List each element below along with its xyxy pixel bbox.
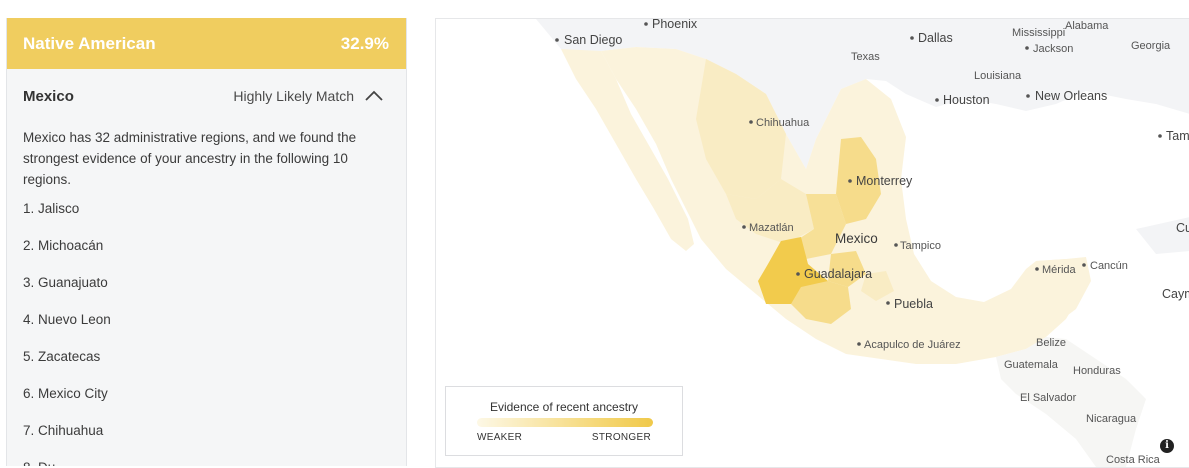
region-list-item: 1. Jalisco (23, 201, 80, 216)
dot-cancun (1082, 263, 1086, 267)
dot-monterrey (848, 179, 852, 183)
label-puebla: Puebla (894, 297, 933, 311)
dot-acapulco (857, 342, 861, 346)
region-list-item: 8. Du (23, 449, 406, 466)
dot-chihuahua (749, 120, 753, 124)
label-dallas: Dallas (918, 31, 953, 45)
dot-tampico (894, 243, 898, 247)
dot-dallas (910, 36, 914, 40)
label-nicaragua: Nicaragua (1086, 413, 1137, 425)
region-list-item: 5. Zacatecas (23, 349, 101, 364)
chevron-up-icon[interactable] (364, 89, 384, 103)
legend-gradient-bar (477, 418, 653, 427)
region-list-item: 3. Guanajuato (23, 275, 108, 290)
dot-mazatlan (742, 225, 746, 229)
dot-san-diego (555, 38, 559, 42)
label-guatemala: Guatemala (1004, 359, 1059, 371)
label-tampico: Tampico (900, 240, 941, 252)
dot-merida (1035, 267, 1039, 271)
label-phoenix: Phoenix (652, 19, 698, 31)
match-toggle[interactable]: Highly Likely Match (233, 88, 384, 104)
region-list-item: 7. Chihuahua (23, 423, 104, 438)
label-jackson: Jackson (1033, 43, 1073, 55)
label-el-salvador: El Salvador (1020, 392, 1077, 404)
label-chihuahua: Chihuahua (756, 117, 810, 129)
label-texas: Texas (851, 51, 880, 63)
country-name: Mexico (23, 87, 74, 105)
label-cancun: Cancún (1090, 260, 1128, 272)
label-louisiana: Louisiana (974, 70, 1022, 82)
population-percentage: 32.9% (340, 33, 389, 53)
dot-houston (935, 98, 939, 102)
label-new-orleans: New Orleans (1035, 89, 1107, 103)
label-monterrey: Monterrey (856, 174, 913, 188)
region-list-item: 4. Nuevo Leon (23, 312, 111, 327)
legend-low-label: WEAKER (477, 432, 523, 443)
dot-puebla (886, 301, 890, 305)
population-header[interactable]: Native American 32.9% (7, 18, 406, 69)
region-list-item: 2. Michoacán (23, 238, 104, 253)
ancestry-detail-panel: Native American 32.9% Mexico Highly Like… (6, 18, 407, 466)
dot-tam (1158, 134, 1162, 138)
label-honduras: Honduras (1073, 365, 1121, 377)
label-san-diego: San Diego (564, 33, 622, 47)
label-tam: Tam (1166, 129, 1189, 143)
label-cu: Cu (1176, 221, 1189, 235)
dot-guadalajara (796, 272, 800, 276)
region-list: 1. Jalisco 2. Michoacán 3. Guanajuato 4. Nu… (7, 190, 406, 466)
label-mazatlan: Mazatlán (749, 222, 794, 234)
label-acapulco: Acapulco de Juárez (864, 339, 961, 351)
legend-high-label: STRONGER (591, 432, 651, 443)
dot-phoenix (644, 22, 648, 26)
legend-title: Evidence of recent ancestry (489, 400, 639, 414)
label-merida: Mérida (1042, 264, 1077, 276)
label-guadalajara: Guadalajara (804, 267, 872, 281)
label-mississippi: Mississippi (1012, 27, 1065, 39)
label-georgia: Georgia (1131, 40, 1171, 52)
map-legend: Evidence of recent ancestry WEAKER STRON… (445, 386, 683, 456)
country-row[interactable]: Mexico Highly Likely Match (7, 69, 406, 123)
dot-new-orleans (1026, 94, 1030, 98)
label-costa-rica: Costa Rica (1106, 454, 1161, 466)
label-alabama: Alabama (1065, 20, 1109, 32)
population-name: Native American (23, 33, 156, 53)
label-mexico: Mexico (835, 231, 878, 246)
label-houston: Houston (943, 93, 990, 107)
region-description: Mexico has 32 administrative regions, an… (23, 130, 357, 187)
label-belize: Belize (1036, 337, 1066, 349)
label-cayma: Cayma (1162, 287, 1189, 301)
region-list-item: 6. Mexico City (23, 386, 108, 401)
dot-jackson (1025, 46, 1029, 50)
match-label: Highly Likely Match (233, 88, 354, 104)
info-icon[interactable]: i (1160, 439, 1174, 453)
